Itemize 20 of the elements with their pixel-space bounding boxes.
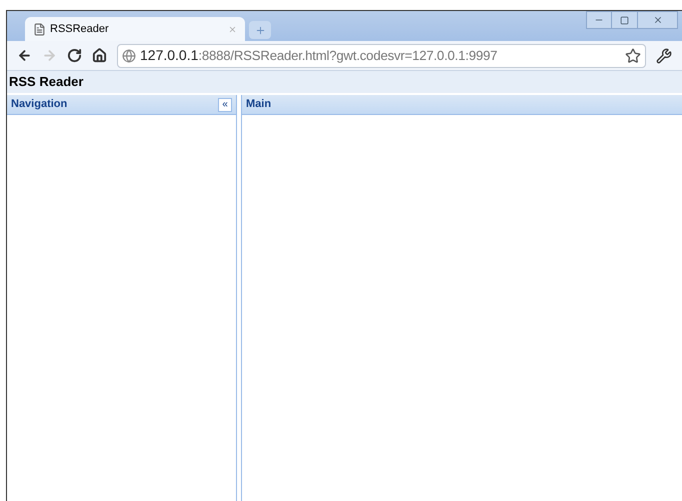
maximize-button[interactable] [612, 11, 638, 29]
panel-title: Navigation [11, 97, 68, 112]
maximize-icon [620, 16, 629, 24]
collapse-button[interactable]: « [218, 98, 232, 112]
wrench-icon[interactable] [656, 48, 672, 64]
back-icon[interactable] [17, 48, 32, 63]
address-field[interactable]: 127.0.0.1:8888/RSSReader.html?gwt.codesvr=127.0.0.1:9997 [117, 44, 646, 68]
panel-title: Main [246, 97, 272, 112]
close-icon [652, 15, 662, 25]
reload-icon[interactable] [67, 48, 82, 63]
browser-tab[interactable]: RSSReader [25, 17, 245, 41]
tab-title: RSSReader [50, 22, 110, 37]
star-icon[interactable] [625, 48, 641, 64]
home-icon[interactable] [92, 48, 107, 63]
page-icon [33, 22, 46, 36]
globe-icon [122, 48, 136, 62]
page-title: RSS Reader [9, 73, 84, 92]
url-host: 127.0.0.1 [140, 46, 198, 65]
url-path: :8888/RSSReader.html?gwt.codesvr=127.0.0.1:9997 [198, 46, 498, 65]
plus-icon [254, 24, 266, 36]
